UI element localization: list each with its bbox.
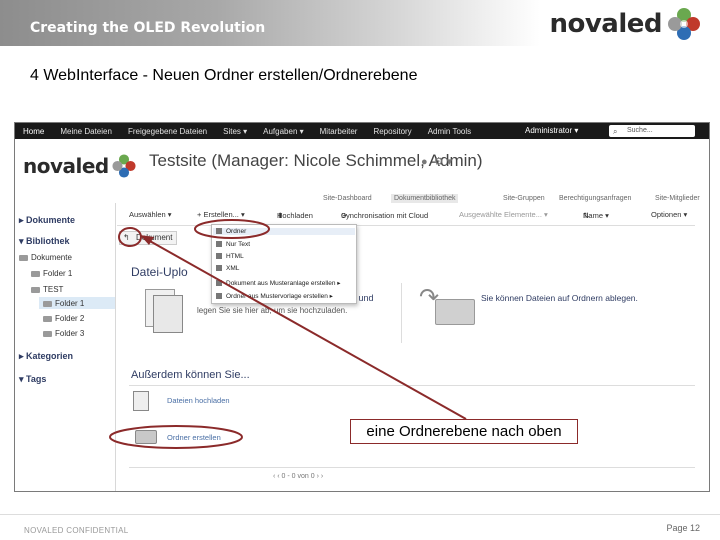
selected-items-menu[interactable]: Ausgewählte Elemente... ▾ (459, 210, 548, 219)
nav-tasks[interactable]: Aufgaben ▾ (255, 127, 312, 136)
callout-box: eine Ordnerebene nach oben (350, 419, 578, 444)
search-icon: ⌕ (613, 127, 618, 136)
footer-divider (0, 514, 720, 515)
content-divider (401, 283, 402, 343)
nav-admin-tools[interactable]: Admin Tools (420, 127, 479, 136)
sitenav-site-members[interactable]: Site-Mitglieder (655, 195, 700, 202)
create-dropdown-menu: Ordner Nur Text HTML XML Dokument aus Mu… (211, 224, 357, 304)
site-settings-icons[interactable]: ● ⚙ ▾ (421, 155, 452, 168)
toolbar-divider (117, 225, 695, 226)
options-menu[interactable]: Optionen ▾ (651, 210, 687, 219)
document-icon (153, 295, 183, 333)
nav-home[interactable]: Home (15, 127, 52, 136)
section-divider (129, 385, 695, 386)
nav-sites[interactable]: Sites ▾ (215, 127, 255, 136)
brand-logo: novaled (549, 6, 702, 42)
menu-item-folder-from-template[interactable]: Ordner aus Mustervorlage erstellen ▸ (216, 292, 333, 300)
nav-my-files[interactable]: Meine Dateien (52, 127, 120, 136)
folder-icon (435, 299, 475, 325)
novaled-flower-icon (112, 154, 136, 178)
tree-item-folder-3[interactable]: Folder 3 (43, 329, 84, 338)
menu-item-folder[interactable]: Ordner (213, 228, 355, 235)
upload-document-icon (133, 391, 149, 411)
folder-icon (43, 315, 52, 322)
breadcrumb[interactable]: ↰ Dokument (119, 231, 178, 245)
left-sidebar: ▸ Dokumente ▾ Bibliothek Dokumente Folde… (15, 209, 115, 491)
template-icon (216, 280, 222, 287)
template-icon (216, 293, 222, 300)
create-folder-link[interactable]: Ordner erstellen (167, 433, 221, 442)
upload-instruction-2: legen Sie sie hier ab, um sie hochzulade… (197, 306, 348, 315)
tree-item-folder-1[interactable]: Folder 1 (31, 269, 72, 278)
breadcrumb-label: Dokument (136, 233, 173, 242)
sidebar-categories[interactable]: ▸ Kategorien (19, 351, 73, 362)
folder-icon (31, 270, 40, 277)
nav-repository[interactable]: Repository (365, 127, 419, 136)
upload-files-link[interactable]: Dateien hochladen (167, 396, 230, 405)
folder-icon (19, 254, 28, 261)
menu-item-html[interactable]: HTML (216, 253, 244, 260)
new-folder-icon (135, 430, 157, 444)
top-navigation-bar: Home Meine Dateien Freigegebene Dateien … (15, 123, 709, 139)
novaled-flower-icon (668, 8, 700, 40)
also-heading: Außerdem können Sie... (131, 369, 250, 381)
drop-instruction: Sie können Dateien auf Ordnern ablegen. (481, 293, 638, 303)
folder-icon (216, 228, 222, 235)
sitenav-site-groups[interactable]: Site-Gruppen (503, 195, 545, 202)
search-input[interactable]: ⌕ Suche... (609, 125, 695, 137)
nav-shared-files[interactable]: Freigegebene Dateien (120, 127, 215, 136)
pagination[interactable]: ‹ ‹ 0 - 0 von 0 › › (273, 473, 323, 480)
sitenav-dashboard[interactable]: Site-Dashboard (323, 195, 372, 202)
tree-item-folder-2[interactable]: Folder 2 (43, 314, 84, 323)
user-menu[interactable]: Administrator ▾ (525, 126, 578, 135)
pager-divider (129, 467, 695, 468)
page-number: Page 12 (666, 523, 700, 533)
slide: Creating the OLED Revolution novaled 4 W… (0, 0, 720, 540)
text-file-icon (216, 241, 222, 248)
html-file-icon (216, 253, 222, 260)
folder-icon (43, 330, 52, 337)
document-toolbar: Auswählen ▾ + Erstellen... ▾ ⬆ Hochladen… (129, 210, 688, 220)
nav-people[interactable]: Mitarbeiter (312, 127, 366, 136)
banner-title: Creating the OLED Revolution (30, 20, 266, 36)
tree-item-test-folder-1[interactable]: Folder 1 (43, 299, 84, 308)
tree-item-documents[interactable]: Dokumente (19, 253, 72, 262)
sidebar-tags[interactable]: ▾ Tags (19, 374, 46, 385)
site-header: novaled Testsite (Manager: Nicole Schimm… (15, 139, 709, 193)
site-logo-text: novaled (23, 154, 109, 178)
upload-heading: Datei-Uplo (131, 265, 188, 279)
tree-item-test[interactable]: TEST (31, 285, 63, 294)
folder-icon (43, 300, 52, 307)
menu-item-document-from-template[interactable]: Dokument aus Musteranlage erstellen ▸ (216, 279, 341, 287)
footer-confidential: NOVALED CONFIDENTIAL (24, 526, 129, 535)
menu-item-plain-text[interactable]: Nur Text (216, 241, 250, 248)
slide-title: 4 WebInterface - Neuen Ordner erstellen/… (30, 67, 418, 84)
brand-text: novaled (549, 9, 662, 39)
folder-icon (31, 286, 40, 293)
sidebar-library[interactable]: ▾ Bibliothek (19, 236, 70, 247)
site-logo: novaled (23, 153, 137, 179)
sidebar-documents[interactable]: ▸ Dokumente (19, 215, 75, 226)
search-placeholder: Suche... (627, 127, 653, 134)
folder-up-icon[interactable]: ↰ (123, 233, 130, 242)
select-menu[interactable]: Auswählen ▾ (129, 210, 172, 219)
column-divider (115, 203, 116, 491)
create-menu[interactable]: + Erstellen... ▾ (197, 210, 245, 219)
site-navigation: Site-Dashboard Dokumentbibliothek Site-G… (315, 194, 709, 207)
xml-file-icon (216, 265, 222, 272)
menu-item-xml[interactable]: XML (216, 265, 239, 272)
sitenav-permission-requests[interactable]: Berechtigungsanfragen (559, 195, 631, 202)
banner: Creating the OLED Revolution novaled (0, 0, 720, 46)
sitenav-document-library[interactable]: Dokumentbibliothek (391, 194, 459, 203)
